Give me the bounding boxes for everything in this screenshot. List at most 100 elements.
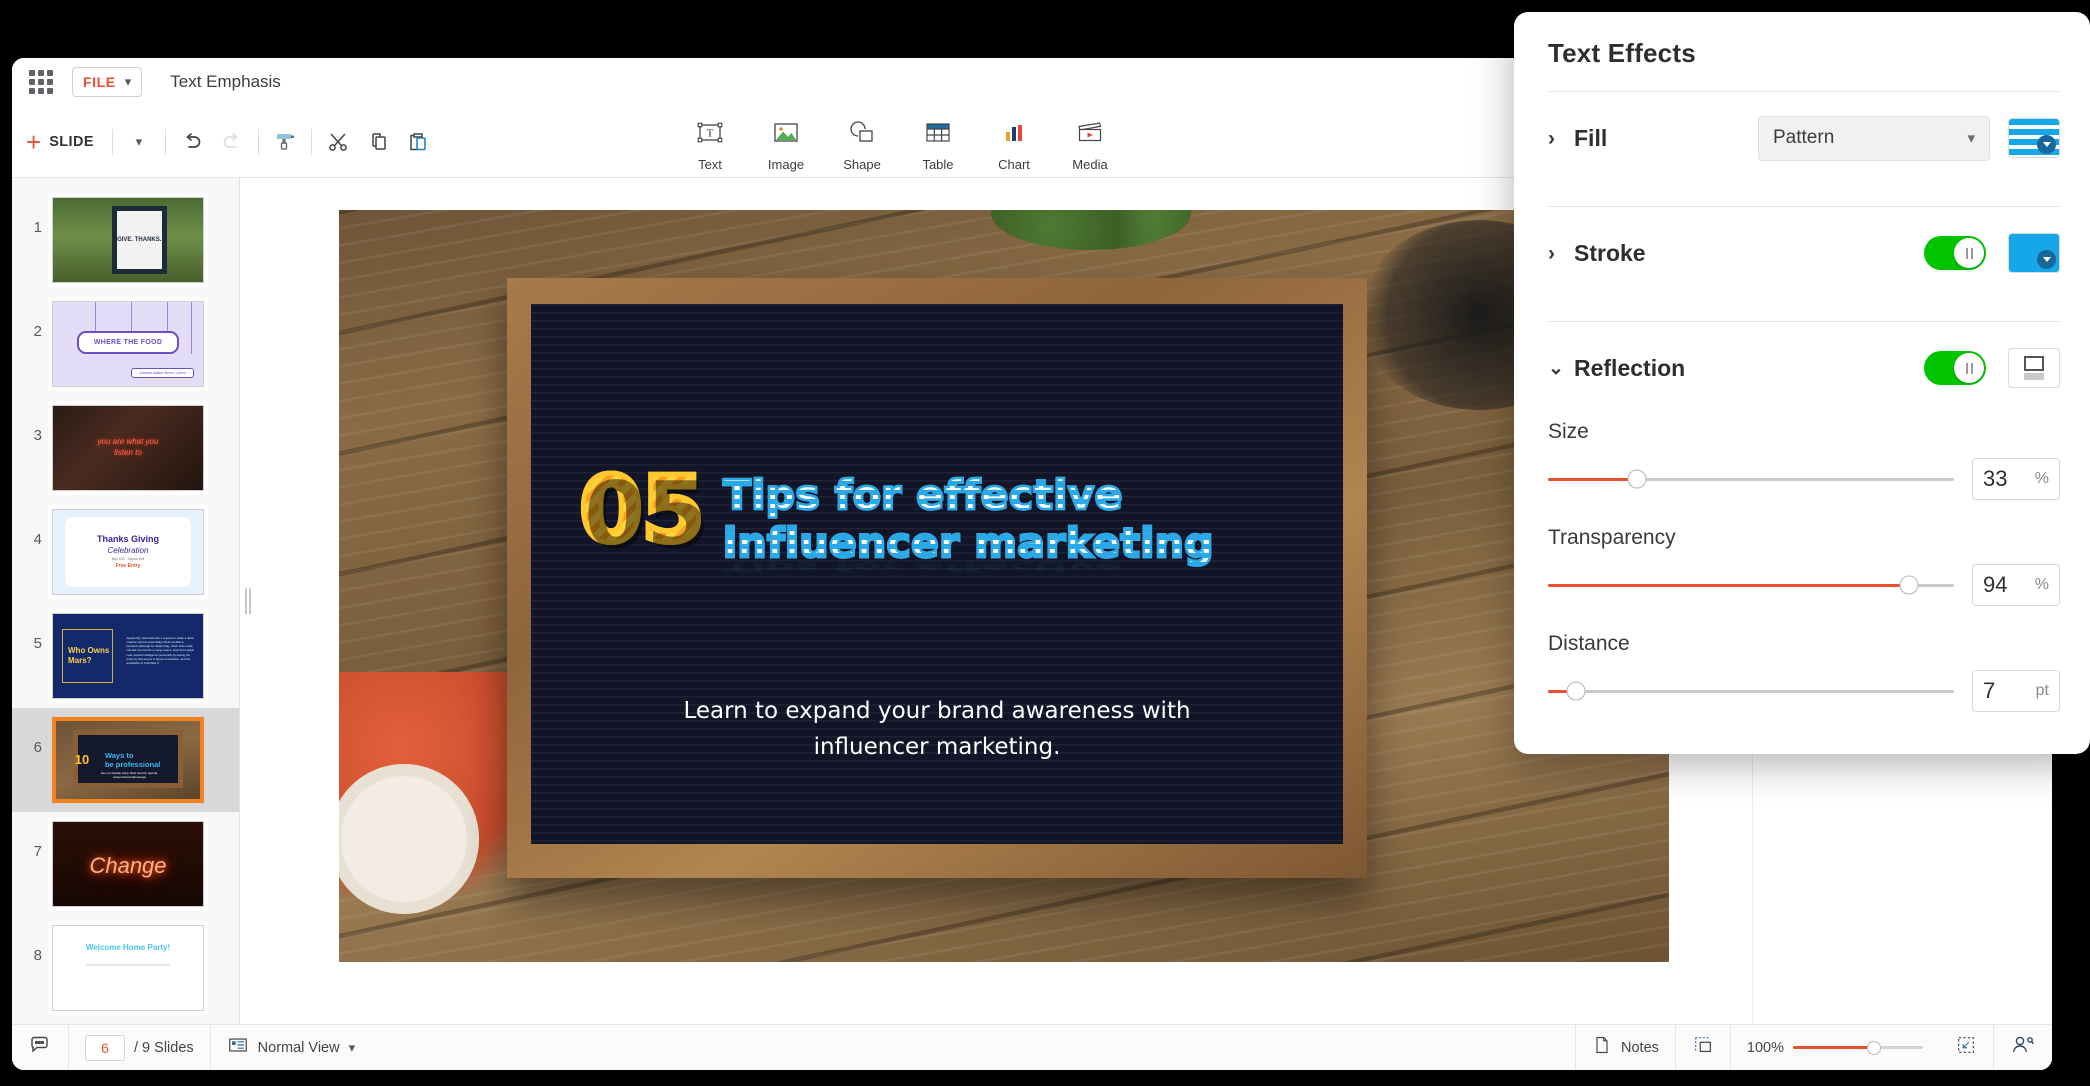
distance-unit: pt	[2036, 682, 2049, 700]
chevron-right-icon[interactable]: ›	[1548, 243, 1574, 264]
transparency-value-input[interactable]: 94 %	[1972, 564, 2060, 606]
thumbnail-rule	[86, 964, 170, 966]
transparency-label: Transparency	[1548, 526, 2060, 550]
size-slider-handle[interactable]	[1628, 470, 1647, 489]
file-menu-label: FILE	[83, 74, 116, 90]
list-item[interactable]: 4 Thanks Giving Celebration May 10th . S…	[12, 500, 239, 604]
slide-thumbnail[interactable]: WHERE THE FOOD 1champ walker street, Lor…	[52, 301, 204, 387]
slide-thumbnail[interactable]: Thanks Giving Celebration May 10th . Sah…	[52, 509, 204, 595]
share-button[interactable]	[1994, 1025, 2052, 1070]
size-slider[interactable]	[1548, 478, 1954, 481]
apps-grid-icon[interactable]	[26, 67, 56, 97]
slide-thumbnail[interactable]: Who Owns Mars? Apparently, what feels li…	[52, 613, 204, 699]
thumbnail-art: GIVE. THANKS.	[112, 206, 168, 275]
slide-headline: Tips for effective influencer marketing	[723, 472, 1214, 567]
size-label: Size	[1548, 420, 2060, 444]
size-unit: %	[2035, 470, 2049, 488]
page-total-label: / 9 Slides	[134, 1040, 194, 1056]
stroke-color-swatch[interactable]	[2008, 233, 2060, 273]
format-painter-icon[interactable]	[265, 122, 305, 162]
list-item[interactable]: 6 10 Ways tobe professional See our webs…	[12, 708, 239, 812]
slide-number-graphic: 05	[579, 466, 703, 553]
copy-icon[interactable]	[358, 122, 398, 162]
slide-title-block[interactable]: 05 Tips for effective influencer marketi…	[579, 472, 1325, 567]
add-slide-button[interactable]: + SLIDE	[16, 122, 106, 162]
insert-media-button[interactable]: Media	[1052, 112, 1128, 172]
text-effects-panel[interactable]: Text Effects › Fill Pattern ▾ › Stroke	[1514, 12, 2090, 754]
reflection-toggle[interactable]	[1924, 351, 1986, 385]
fullscreen-button[interactable]	[1939, 1025, 1993, 1070]
zoom-slider-handle[interactable]	[1867, 1041, 1881, 1055]
insert-chart-button[interactable]: Chart	[976, 112, 1052, 172]
reflection-preview-swatch[interactable]	[2008, 348, 2060, 388]
view-mode-selector[interactable]: Normal View ▾	[211, 1025, 371, 1070]
fill-pattern-swatch[interactable]	[2008, 118, 2060, 158]
slide-thumbnail[interactable]: 10 Ways tobe professional See our websit…	[52, 717, 204, 803]
thumbnail-title: Change	[89, 853, 166, 879]
reflection-row[interactable]: ⌄ Reflection	[1548, 322, 2060, 414]
paste-icon[interactable]	[398, 122, 438, 162]
insert-text-label: Text	[698, 157, 722, 172]
zoom-control[interactable]: 100%	[1731, 1025, 1939, 1070]
toolbar-divider	[311, 129, 312, 155]
size-slider-block: Size 33 %	[1548, 420, 2060, 500]
thumbnail-art: Who Owns Mars?	[62, 629, 113, 683]
insert-text-button[interactable]: T Text	[672, 112, 748, 172]
zoom-slider[interactable]	[1793, 1046, 1923, 1049]
insert-shape-button[interactable]: Shape	[824, 112, 900, 172]
status-bar-right: Notes 100%	[1575, 1025, 2052, 1070]
insert-image-button[interactable]: Image	[748, 112, 824, 172]
notes-button[interactable]: Notes	[1576, 1025, 1675, 1070]
slide-canvas[interactable]: 05 Tips for effective influencer marketi…	[339, 210, 1669, 962]
toggle-knob	[1954, 238, 1984, 268]
transparency-slider[interactable]	[1548, 584, 1954, 587]
fit-to-slide-button[interactable]	[1676, 1025, 1730, 1070]
thumbnail-caption-box: 1champ walker street, Lorem	[131, 368, 194, 379]
toggle-knob	[1954, 353, 1984, 383]
distance-value-input[interactable]: 7 pt	[1972, 670, 2060, 712]
swatch-dropdown-icon[interactable]	[2037, 135, 2056, 154]
comments-button[interactable]	[12, 1025, 68, 1070]
distance-slider[interactable]	[1548, 690, 1954, 693]
file-menu-button[interactable]: FILE ▾	[72, 67, 142, 97]
swatch-dropdown-icon[interactable]	[2037, 250, 2056, 269]
slide-options-chevron-icon[interactable]: ▾	[119, 122, 159, 162]
stroke-row[interactable]: › Stroke	[1548, 207, 2060, 299]
list-item[interactable]: 5 Who Owns Mars? Apparently, what feels …	[12, 604, 239, 708]
slide-number: 5	[20, 613, 42, 652]
list-item[interactable]: 1 GIVE. THANKS.	[12, 188, 239, 292]
fill-row[interactable]: › Fill Pattern ▾	[1548, 92, 2060, 184]
fullscreen-icon	[1955, 1034, 1977, 1061]
list-item[interactable]: 3 you are what you listen to	[12, 396, 239, 500]
grip-icon	[245, 588, 251, 614]
slide-thumbnail-panel[interactable]: 1 GIVE. THANKS. 2 WHERE THE FOOD	[12, 178, 240, 1024]
list-item[interactable]: 8 Welcome Home Party!	[12, 916, 239, 1020]
slide-thumbnail[interactable]: Change	[52, 821, 204, 907]
slide-thumbnail[interactable]: Welcome Home Party!	[52, 925, 204, 1011]
fill-type-select[interactable]: Pattern ▾	[1758, 116, 1990, 161]
svg-text:T: T	[707, 128, 714, 140]
panel-resize-handle[interactable]	[240, 178, 256, 1024]
shape-icon	[847, 118, 877, 153]
size-value-input[interactable]: 33 %	[1972, 458, 2060, 500]
chevron-right-icon[interactable]: ›	[1548, 128, 1574, 149]
chevron-down-icon: ▾	[1967, 129, 1975, 147]
distance-slider-handle[interactable]	[1567, 682, 1586, 701]
undo-icon[interactable]	[172, 122, 212, 162]
slide-thumbnail[interactable]: you are what you listen to	[52, 405, 204, 491]
distance-value: 7	[1983, 678, 1995, 704]
toolbar-divider	[165, 129, 166, 155]
scissors-cut-icon[interactable]	[318, 122, 358, 162]
insert-table-button[interactable]: Table	[900, 112, 976, 172]
current-page-input[interactable]: 6	[85, 1035, 125, 1061]
list-item[interactable]: 2 WHERE THE FOOD 1champ walker street, L…	[12, 292, 239, 396]
document-title[interactable]: Text Emphasis	[170, 72, 281, 92]
letterboard-surface: 05 Tips for effective influencer marketi…	[531, 304, 1343, 844]
stroke-toggle[interactable]	[1924, 236, 1986, 270]
transparency-slider-handle[interactable]	[1900, 576, 1919, 595]
reflection-mirror-icon	[2024, 373, 2044, 380]
slide-thumbnail[interactable]: GIVE. THANKS.	[52, 197, 204, 283]
list-item[interactable]: 7 Change	[12, 812, 239, 916]
chevron-down-icon[interactable]: ⌄	[1548, 359, 1574, 378]
thumbnail-title: GIVE. THANKS.	[117, 237, 161, 244]
